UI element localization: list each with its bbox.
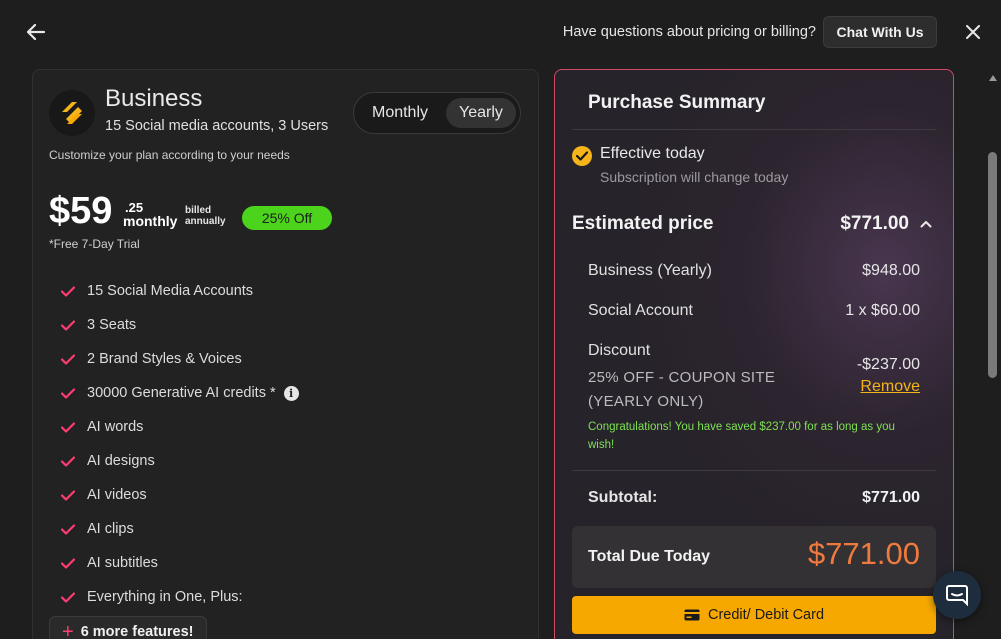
chat-bubble-icon xyxy=(946,585,968,607)
total-due-value: $771.00 xyxy=(807,536,920,571)
feature-label: AI videos xyxy=(87,487,147,503)
discount-detail-line-2: (YEARLY ONLY) xyxy=(588,393,704,410)
scroll-up-arrow-icon[interactable] xyxy=(989,68,997,86)
customize-text: Customize your plan according to your ne… xyxy=(49,148,290,162)
effective-today-subtitle: Subscription will change today xyxy=(600,169,789,185)
discount-label: Discount xyxy=(588,342,651,359)
list-item: 30000 Generative AI credits * i xyxy=(61,376,299,410)
price-period: monthly xyxy=(123,213,178,229)
estimated-price-value: $771.00 xyxy=(840,213,909,234)
discount-detail-line-1: 25% OFF - COUPON SITE xyxy=(588,369,776,386)
more-features-label: 6 more features! xyxy=(80,624,194,639)
check-icon xyxy=(61,557,87,569)
top-bar: Have questions about pricing or billing?… xyxy=(0,0,1001,64)
credit-debit-card-button[interactable]: Credit/ Debit Card xyxy=(572,596,936,634)
list-item: 15 Social Media Accounts xyxy=(61,274,299,308)
feature-label: 3 Seats xyxy=(87,317,137,333)
billed-line-1: billed xyxy=(185,205,212,216)
plan-subtitle: 15 Social media accounts, 3 Users xyxy=(105,118,329,134)
chat-with-us-button[interactable]: Chat With Us xyxy=(823,16,937,48)
chevron-up-icon[interactable] xyxy=(919,217,933,231)
check-icon xyxy=(61,319,87,331)
more-features-button[interactable]: + 6 more features! xyxy=(49,616,207,639)
scrollbar-thumb[interactable] xyxy=(988,152,997,378)
free-trial-note: *Free 7-Day Trial xyxy=(49,237,140,251)
chat-launcher-button[interactable] xyxy=(933,571,981,619)
discount-badge: 25% Off xyxy=(242,206,332,230)
check-icon xyxy=(61,387,87,399)
check-icon xyxy=(61,489,87,501)
list-item: AI subtitles xyxy=(61,546,299,580)
purchase-summary-panel: Purchase Summary Effective today Subscri… xyxy=(554,69,954,639)
line-item-value: $948.00 xyxy=(862,262,920,279)
billed-annually-label: billed annually xyxy=(185,205,235,227)
feature-label: 30000 Generative AI credits * xyxy=(87,385,276,401)
purchase-summary-title: Purchase Summary xyxy=(588,92,766,113)
back-arrow-icon[interactable] xyxy=(24,20,48,44)
info-icon[interactable]: i xyxy=(283,385,299,401)
list-item: Everything in One, Plus: xyxy=(61,580,299,614)
billing-period-toggle: Monthly Yearly xyxy=(353,92,521,134)
list-item: 2 Brand Styles & Voices xyxy=(61,342,299,376)
check-icon xyxy=(61,591,87,603)
plan-name: Business xyxy=(105,85,203,112)
subtotal-value: $771.00 xyxy=(862,489,920,506)
list-item: AI words xyxy=(61,410,299,444)
check-icon xyxy=(61,285,87,297)
plan-logo-icon xyxy=(49,90,95,136)
billing-help-text: Have questions about pricing or billing? xyxy=(562,24,816,40)
divider xyxy=(572,470,936,471)
check-icon xyxy=(61,523,87,535)
plus-icon: + xyxy=(62,620,74,639)
check-icon xyxy=(61,455,87,467)
feature-label: 15 Social Media Accounts xyxy=(87,283,254,299)
price-amount: $59 xyxy=(49,190,113,232)
feature-label: 2 Brand Styles & Voices xyxy=(87,351,242,367)
remove-coupon-link[interactable]: Remove xyxy=(860,378,920,396)
discount-value: -$237.00 xyxy=(856,356,920,373)
line-item-value: 1 x $60.00 xyxy=(845,302,920,319)
scrollbar[interactable] xyxy=(985,64,1001,639)
check-icon xyxy=(61,421,87,433)
line-item-label: Social Account xyxy=(588,302,693,319)
savings-message: Congratulations! You have saved $237.00 … xyxy=(588,421,895,451)
estimated-price-label: Estimated price xyxy=(572,213,714,234)
effective-today-title: Effective today xyxy=(600,145,705,162)
feature-list: 15 Social Media Accounts 3 Seats 2 Brand… xyxy=(61,274,299,614)
billed-line-2: annually xyxy=(185,216,226,227)
list-item: 3 Seats xyxy=(61,308,299,342)
check-circle-icon xyxy=(572,146,592,166)
discount-detail: 25% OFF - COUPON SITE (YEARLY ONLY) xyxy=(588,366,775,414)
total-due-label: Total Due Today xyxy=(588,548,711,565)
pay-button-label: Credit/ Debit Card xyxy=(707,607,825,623)
divider xyxy=(572,129,936,130)
close-icon[interactable] xyxy=(961,20,985,44)
feature-label: AI designs xyxy=(87,453,155,469)
feature-label: AI subtitles xyxy=(87,555,158,571)
toggle-yearly[interactable]: Yearly xyxy=(446,98,516,128)
subtotal-label: Subtotal: xyxy=(588,489,658,506)
feature-label: AI clips xyxy=(87,521,134,537)
toggle-monthly[interactable]: Monthly xyxy=(360,98,440,128)
total-due-box: Total Due Today $771.00 xyxy=(572,526,936,588)
list-item: AI clips xyxy=(61,512,299,546)
check-icon xyxy=(61,353,87,365)
credit-card-icon xyxy=(684,609,700,621)
plan-details-panel: Business 15 Social media accounts, 3 Use… xyxy=(32,69,539,639)
list-item: AI videos xyxy=(61,478,299,512)
list-item: AI designs xyxy=(61,444,299,478)
line-item-label: Business (Yearly) xyxy=(588,262,712,279)
feature-label: AI words xyxy=(87,419,144,435)
feature-label: Everything in One, Plus: xyxy=(87,589,243,605)
